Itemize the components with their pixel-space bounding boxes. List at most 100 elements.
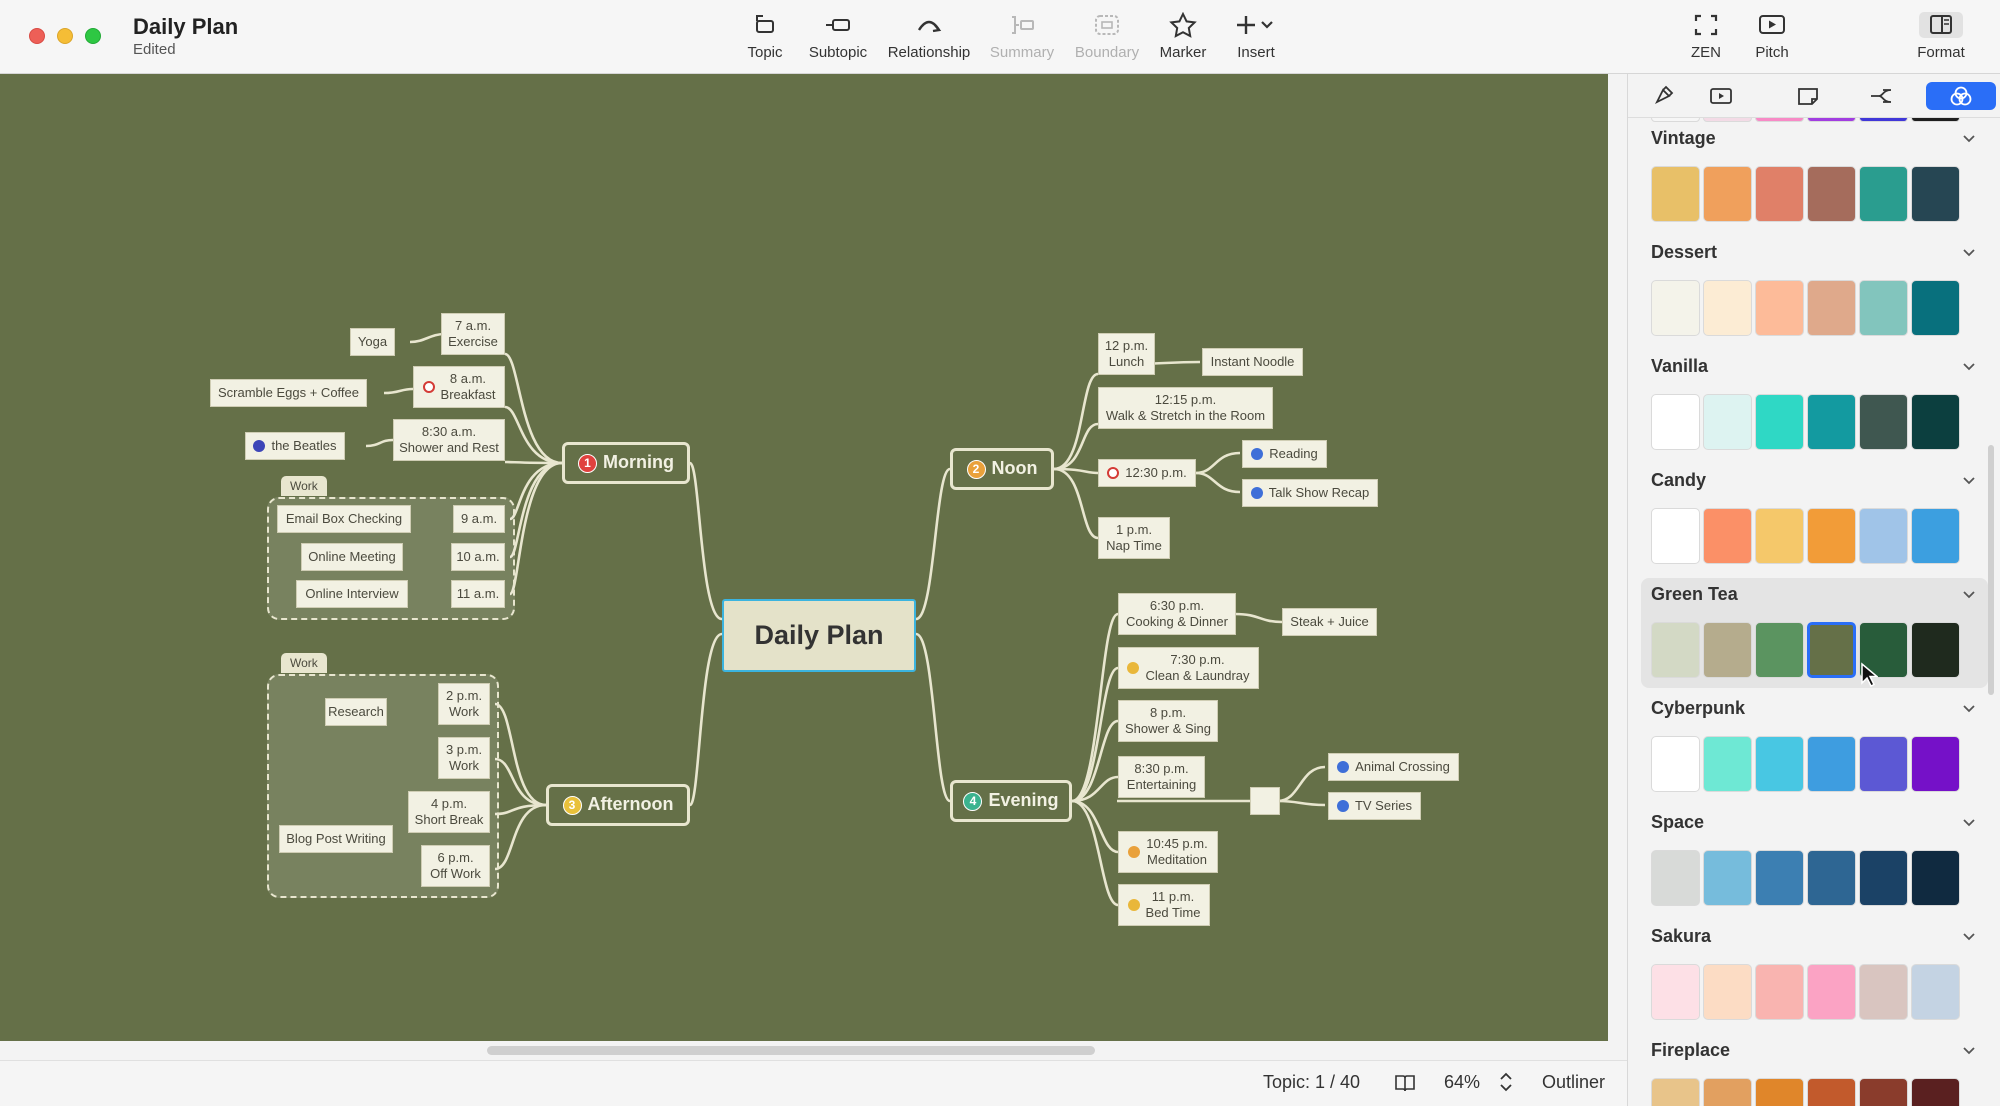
theme-swatch[interactable] [1755, 394, 1804, 450]
chevron-down-icon[interactable] [1962, 588, 1976, 602]
theme-swatch[interactable] [1911, 280, 1960, 336]
theme-swatch[interactable] [1859, 736, 1908, 792]
theme-swatch[interactable] [1911, 850, 1960, 906]
empty-topic[interactable] [1250, 787, 1280, 815]
theme-swatch[interactable] [1807, 736, 1856, 792]
horizontal-scrollbar[interactable] [487, 1046, 1095, 1055]
vertical-scrollbar[interactable] [1988, 445, 1994, 695]
theme-swatch[interactable] [1703, 736, 1752, 792]
theme-swatch[interactable] [1859, 166, 1908, 222]
theme-swatch[interactable] [1703, 964, 1752, 1020]
subtopic-research[interactable]: Research [325, 698, 387, 726]
root-topic[interactable]: Daily Plan [722, 599, 916, 672]
mind-map-canvas[interactable]: Work Work Daily Plan 1 Morning 2 Noon 3 … [0, 74, 1608, 1041]
subtopic-11am[interactable]: 11 a.m. [451, 580, 505, 608]
theme-swatch[interactable] [1911, 394, 1960, 450]
theme-swatch[interactable] [1911, 166, 1960, 222]
theme-swatch[interactable] [1755, 964, 1804, 1020]
subtopic-exercise[interactable]: 7 a.m. Exercise [441, 313, 505, 355]
main-topic-afternoon[interactable]: 3 Afternoon [546, 784, 690, 826]
theme-swatch[interactable] [1859, 394, 1908, 450]
tab-structure[interactable] [1846, 82, 1916, 110]
chevron-down-icon[interactable] [1962, 474, 1976, 488]
subtopic-bed-time[interactable]: 11 p.m. Bed Time [1118, 884, 1210, 926]
subtopic-1230pm[interactable]: 12:30 p.m. [1098, 459, 1196, 487]
subtopic-talk-show[interactable]: Talk Show Recap [1242, 479, 1378, 507]
subtopic-lunch[interactable]: 12 p.m. Lunch [1098, 333, 1155, 375]
theme-swatch[interactable] [1755, 280, 1804, 336]
theme-swatch[interactable] [1651, 622, 1700, 678]
subtopic-button[interactable]: Subtopic [788, 12, 888, 61]
subtopic-10am[interactable]: 10 a.m. [451, 543, 505, 571]
format-button[interactable]: Format [1891, 12, 1991, 61]
theme-swatch[interactable] [1807, 280, 1856, 336]
theme-swatch[interactable] [1807, 166, 1856, 222]
theme-swatch[interactable] [1859, 280, 1908, 336]
theme-swatch[interactable] [1859, 508, 1908, 564]
subtopic-entertaining[interactable]: 8:30 p.m. Entertaining [1118, 756, 1205, 798]
boundary-label[interactable]: Work [281, 653, 327, 673]
main-topic-evening[interactable]: 4 Evening [950, 780, 1072, 822]
insert-button[interactable]: Insert [1206, 12, 1306, 61]
chevron-down-icon[interactable] [1962, 132, 1976, 146]
chevron-down-icon[interactable] [1962, 1044, 1976, 1058]
theme-swatch[interactable] [1703, 280, 1752, 336]
subtopic-short-break[interactable]: 4 p.m. Short Break [408, 791, 490, 833]
subtopic-off-work[interactable]: 6 p.m. Off Work [421, 845, 490, 887]
chevron-down-icon[interactable] [1962, 246, 1976, 260]
zoom-window-button[interactable] [85, 28, 101, 44]
theme-swatch[interactable] [1911, 736, 1960, 792]
subtopic-tv-series[interactable]: TV Series [1328, 792, 1421, 820]
subtopic-email-checking[interactable]: Email Box Checking [277, 505, 411, 533]
subtopic-2pm-work[interactable]: 2 p.m. Work [438, 683, 490, 725]
subtopic-breakfast[interactable]: 8 a.m. Breakfast [413, 366, 505, 408]
subtopic-steak-juice[interactable]: Steak + Juice [1282, 608, 1377, 636]
theme-swatch[interactable] [1651, 1078, 1700, 1106]
theme-swatch[interactable] [1911, 508, 1960, 564]
outliner-button[interactable]: Outliner [1542, 1072, 1605, 1093]
main-topic-noon[interactable]: 2 Noon [950, 448, 1054, 490]
subtopic-beatles[interactable]: the Beatles [245, 432, 345, 460]
subtopic-cooking-dinner[interactable]: 6:30 p.m. Cooking & Dinner [1118, 593, 1236, 635]
theme-swatch[interactable] [1703, 166, 1752, 222]
theme-swatch[interactable] [1651, 850, 1700, 906]
theme-swatch[interactable] [1703, 622, 1752, 678]
close-window-button[interactable] [29, 28, 45, 44]
theme-swatch[interactable] [1651, 508, 1700, 564]
subtopic-walk-stretch[interactable]: 12:15 p.m. Walk & Stretch in the Room [1098, 387, 1273, 429]
theme-swatch[interactable] [1807, 850, 1856, 906]
theme-swatch[interactable] [1755, 622, 1804, 678]
theme-swatch[interactable] [1651, 166, 1700, 222]
theme-swatch[interactable] [1911, 964, 1960, 1020]
theme-swatch[interactable] [1911, 622, 1960, 678]
theme-swatch[interactable] [1859, 1078, 1908, 1106]
theme-swatch[interactable] [1755, 166, 1804, 222]
theme-swatch[interactable] [1703, 394, 1752, 450]
subtopic-meditation[interactable]: 10:45 p.m. Meditation [1118, 831, 1218, 873]
theme-swatch[interactable] [1651, 964, 1700, 1020]
theme-swatch[interactable] [1859, 850, 1908, 906]
chevron-down-icon[interactable] [1962, 816, 1976, 830]
main-topic-morning[interactable]: 1 Morning [562, 442, 690, 484]
chevron-down-icon[interactable] [1962, 930, 1976, 944]
theme-swatch[interactable] [1807, 1078, 1856, 1106]
tab-theme[interactable] [1926, 82, 1996, 110]
subtopic-clean-laundry[interactable]: 7:30 p.m. Clean & Laundray [1118, 647, 1259, 689]
theme-swatch[interactable] [1911, 1078, 1960, 1106]
theme-swatch[interactable] [1755, 508, 1804, 564]
theme-swatch[interactable] [1651, 736, 1700, 792]
subtopic-shower-sing[interactable]: 8 p.m. Shower & Sing [1118, 700, 1218, 742]
subtopic-reading[interactable]: Reading [1242, 440, 1327, 468]
minimize-window-button[interactable] [57, 28, 73, 44]
chevron-down-icon[interactable] [1962, 702, 1976, 716]
theme-swatch[interactable] [1807, 964, 1856, 1020]
subtopic-3pm-work[interactable]: 3 p.m. Work [438, 737, 490, 779]
subtopic-animal-crossing[interactable]: Animal Crossing [1328, 753, 1459, 781]
subtopic-shower-rest[interactable]: 8:30 a.m. Shower and Rest [393, 419, 505, 461]
subtopic-blog-writing[interactable]: Blog Post Writing [279, 825, 393, 853]
tab-notes[interactable] [1773, 82, 1843, 110]
subtopic-instant-noodle[interactable]: Instant Noodle [1202, 348, 1303, 376]
theme-swatch[interactable] [1807, 394, 1856, 450]
subtopic-9am[interactable]: 9 a.m. [453, 505, 505, 533]
zoom-stepper-icon[interactable] [1499, 1071, 1513, 1093]
